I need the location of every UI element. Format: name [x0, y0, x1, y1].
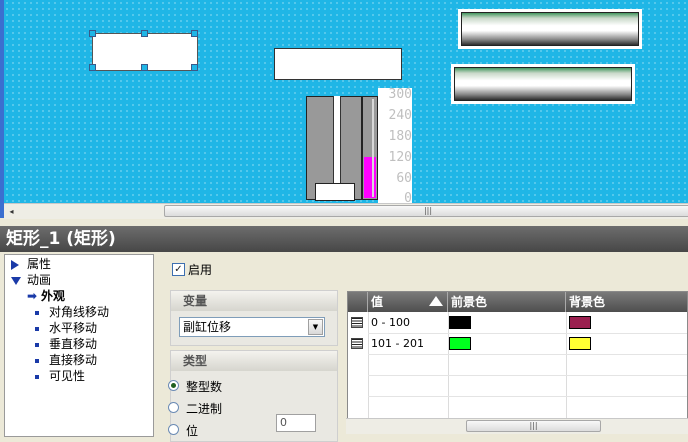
variable-group: 变量 副缸位移 ▼ [170, 290, 338, 346]
resize-handle[interactable] [191, 30, 198, 37]
bar-gauge[interactable] [362, 96, 378, 200]
variable-header[interactable]: 变量 [171, 291, 337, 311]
pipe-graphic-top[interactable] [458, 9, 642, 49]
cylinder-graphic[interactable] [306, 96, 362, 201]
rectangle-object[interactable] [274, 48, 402, 80]
scrollbar-thumb[interactable]: ||| [164, 205, 688, 217]
table-horizontal-scrollbar[interactable]: ||| [346, 418, 688, 434]
nav-item-diagonal-move[interactable]: 对角线移动 [31, 305, 109, 320]
bit-number-stepper[interactable]: 0 [276, 414, 316, 432]
column-header-background[interactable]: 背景色 [566, 292, 687, 312]
expand-arrow-icon[interactable] [11, 259, 19, 270]
nav-properties[interactable]: 属性 [11, 257, 51, 272]
scrollbar-thumb[interactable]: ||| [466, 420, 601, 432]
scale-label: 0 [404, 191, 412, 204]
chevron-down-icon[interactable]: ▼ [308, 319, 323, 335]
scale-label: 300 [388, 87, 412, 102]
column-header-value[interactable]: 值 [368, 292, 448, 312]
bullet-icon [35, 310, 39, 315]
selected-arrow-icon: ➡ [27, 289, 38, 303]
radio-binary-label: 二进制 [186, 402, 223, 416]
scale-label: 60 [396, 171, 412, 186]
table-cell-value[interactable]: 101 - 201 [368, 333, 448, 354]
enable-checkbox[interactable]: ✓ [172, 263, 185, 276]
foreground-color-swatch[interactable] [449, 316, 471, 329]
bar-gauge-track [372, 99, 374, 197]
scale-label: 180 [388, 129, 412, 144]
radio-integer[interactable] [168, 380, 179, 391]
pipe-graphic-bottom[interactable] [451, 64, 635, 104]
scroll-left-arrow-icon[interactable]: ◂ [4, 204, 19, 219]
bullet-icon [35, 374, 39, 379]
column-header-foreground[interactable]: 前景色 [448, 292, 566, 312]
type-header[interactable]: 类型 [171, 351, 337, 371]
scale-label: 120 [388, 150, 412, 165]
resize-handle[interactable] [191, 64, 198, 71]
resize-handle[interactable] [141, 64, 148, 71]
scale-label: 240 [388, 108, 412, 123]
sort-ascending-icon [429, 296, 443, 306]
nav-item-direct-move[interactable]: 直接移动 [31, 353, 97, 368]
foreground-color-swatch[interactable] [449, 337, 471, 350]
radio-integer-label: 整型数 [186, 380, 223, 394]
nav-item-vertical-move[interactable]: 垂直移动 [31, 337, 97, 352]
resize-handle[interactable] [89, 64, 96, 71]
bullet-icon [35, 358, 39, 363]
background-color-swatch[interactable] [569, 316, 591, 329]
bullet-icon [35, 342, 39, 347]
selected-rectangle-object[interactable] [89, 30, 198, 71]
bar-gauge-fill [364, 157, 376, 198]
value-color-table: 值 前景色 背景色 0 - 100 101 - 201 [347, 291, 688, 432]
screen-canvas[interactable]: 300 240 180 120 60 0 [4, 0, 688, 203]
table-cell-value[interactable]: 0 - 100 [368, 312, 448, 333]
canvas-horizontal-scrollbar[interactable]: ◂ ||| [4, 203, 688, 219]
nav-item-horizontal-move[interactable]: 水平移动 [31, 321, 97, 336]
resize-handle[interactable] [89, 30, 96, 37]
nav-animation[interactable]: 动画 [11, 273, 51, 288]
nav-appearance[interactable]: ➡ 外观 [27, 289, 65, 304]
row-handle-icon[interactable] [351, 338, 363, 349]
background-color-swatch[interactable] [569, 337, 591, 350]
inspector-title: 矩形_1 (矩形) [0, 226, 688, 252]
property-nav-tree: 属性 动画 ➡ 外观 对角线移动 水平移动 垂直移动 直接移动 可见性 [4, 254, 154, 437]
cylinder-rod [333, 96, 341, 186]
table-corner [348, 292, 368, 312]
collapse-arrow-icon[interactable] [11, 276, 21, 285]
nav-item-visibility[interactable]: 可见性 [31, 369, 85, 384]
resize-handle[interactable] [141, 30, 148, 37]
radio-bit[interactable] [168, 424, 179, 435]
cylinder-piston [315, 183, 355, 201]
radio-binary[interactable] [168, 402, 179, 413]
enable-label: 启用 [188, 263, 213, 277]
row-handle-icon[interactable] [351, 317, 363, 328]
bullet-icon [35, 326, 39, 331]
radio-bit-label: 位 [186, 424, 199, 438]
variable-select[interactable]: 副缸位移 ▼ [179, 317, 325, 337]
gauge-scale: 300 240 180 120 60 0 [378, 88, 412, 203]
